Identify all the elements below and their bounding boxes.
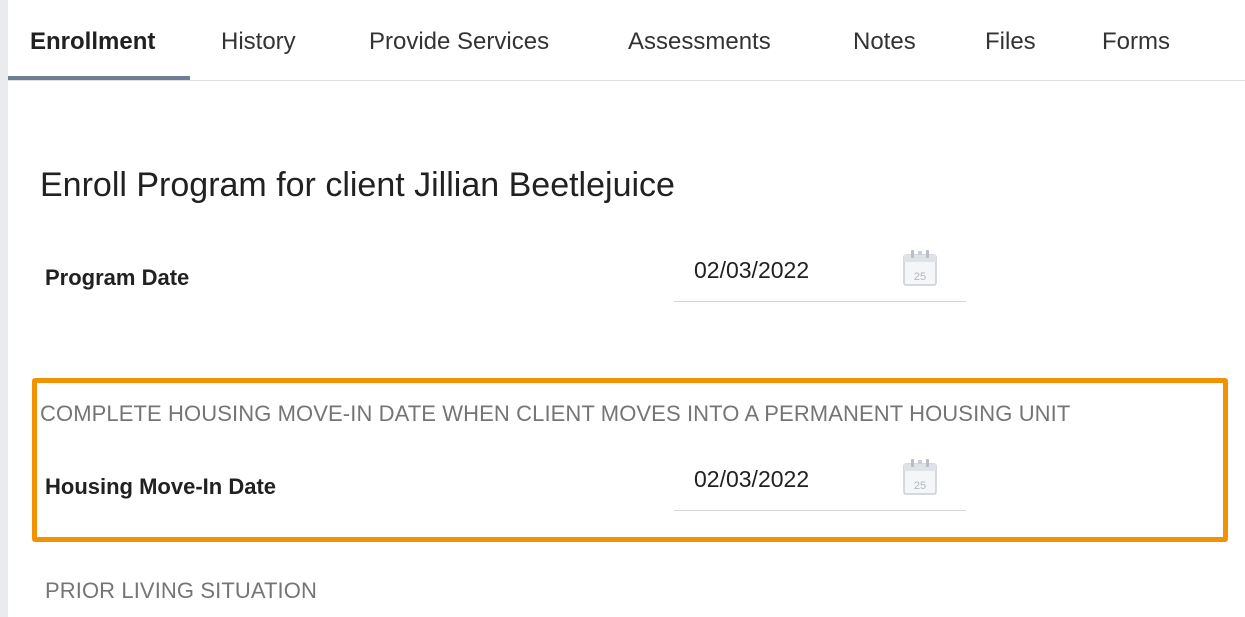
page-title: Enroll Program for client Jillian Beetle… xyxy=(40,166,675,204)
active-tab-indicator xyxy=(8,76,190,80)
housing-move-in-date-input[interactable] xyxy=(694,466,864,493)
tab-provide-services[interactable]: Provide Services xyxy=(369,28,549,56)
calendar-icon-day: 25 xyxy=(914,480,926,492)
housing-move-in-date-label: Housing Move-In Date xyxy=(45,474,277,499)
tab-forms[interactable]: Forms xyxy=(1102,28,1170,56)
housing-section-heading: COMPLETE HOUSING MOVE-IN DATE WHEN CLIEN… xyxy=(40,401,1071,426)
tab-enrollment[interactable]: Enrollment xyxy=(30,28,155,56)
prior-living-situation-heading: PRIOR LIVING SITUATION xyxy=(45,578,317,603)
calendar-icon-day: 25 xyxy=(914,271,926,283)
program-date-field: 25 xyxy=(674,250,966,302)
calendar-icon[interactable]: 25 xyxy=(898,245,942,289)
enrollment-panel: Enrollment History Provide Services Asse… xyxy=(8,0,1245,617)
tab-assessments[interactable]: Assessments xyxy=(628,28,771,56)
program-date-label: Program Date xyxy=(45,265,190,290)
tab-notes[interactable]: Notes xyxy=(853,28,916,56)
tab-bar: Enrollment History Provide Services Asse… xyxy=(8,0,1245,81)
tab-files[interactable]: Files xyxy=(985,28,1036,56)
tab-history[interactable]: History xyxy=(221,28,296,56)
calendar-icon[interactable]: 25 xyxy=(898,454,942,498)
housing-move-in-date-field: 25 xyxy=(674,459,966,511)
left-page-edge xyxy=(0,0,8,617)
program-date-input[interactable] xyxy=(694,257,864,284)
